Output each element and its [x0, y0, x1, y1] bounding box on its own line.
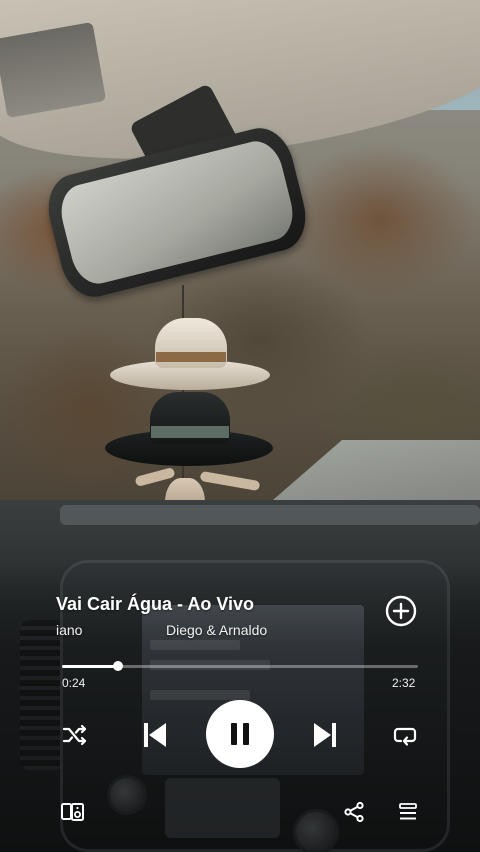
elapsed-time: 0:24	[62, 676, 86, 690]
progress-thumb[interactable]	[113, 661, 124, 671]
progress-fill	[62, 665, 119, 668]
track-artist-scroll-tail: iano	[56, 622, 83, 638]
pause-button[interactable]	[206, 700, 274, 768]
connect-device-icon	[61, 803, 84, 821]
add-to-library-button[interactable]	[385, 595, 417, 627]
previous-track-button[interactable]	[138, 718, 172, 752]
queue-icon	[399, 803, 417, 820]
shuffle-icon	[62, 724, 87, 746]
queue-button[interactable]	[394, 798, 422, 826]
now-playing-overlay: Vai Cair Água - Ao Vivo iano Diego & Arn…	[0, 0, 480, 852]
pause-icon	[228, 723, 252, 745]
connect-device-button[interactable]	[58, 798, 88, 826]
share-icon	[344, 801, 364, 823]
track-artist[interactable]: Diego & Arnaldo	[166, 622, 267, 638]
next-track-button[interactable]	[308, 718, 342, 752]
skip-forward-icon	[314, 723, 336, 747]
playback-progress-slider[interactable]	[62, 660, 418, 674]
repeat-icon	[393, 727, 417, 746]
shuffle-button[interactable]	[58, 720, 92, 750]
repeat-button[interactable]	[388, 720, 422, 750]
track-title: Vai Cair Água - Ao Vivo	[56, 594, 255, 614]
total-duration: 2:32	[392, 676, 416, 690]
plus-circle-icon	[385, 595, 417, 627]
share-button[interactable]	[340, 798, 368, 826]
skip-back-icon	[144, 723, 166, 747]
